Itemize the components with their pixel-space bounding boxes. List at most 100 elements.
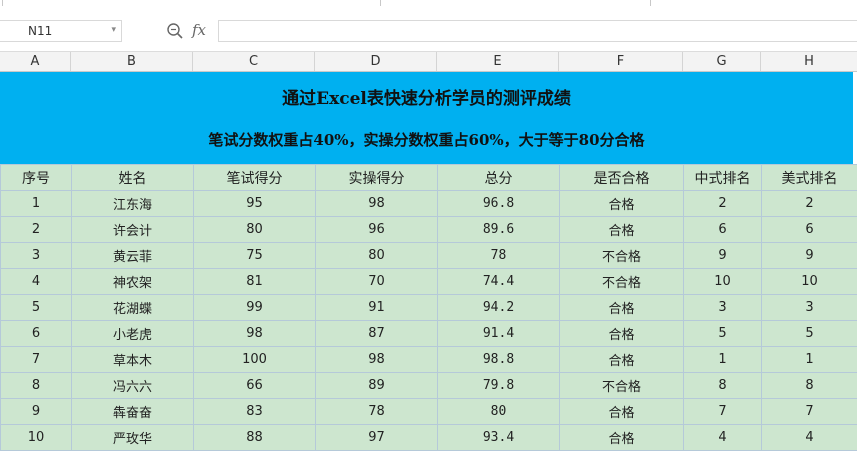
table-cell[interactable]: 冯六六: [71, 372, 194, 399]
formula-input[interactable]: [218, 20, 857, 42]
header-cell[interactable]: 中式排名: [683, 164, 762, 191]
table-cell[interactable]: 3: [0, 242, 72, 269]
column-header-e[interactable]: E: [437, 52, 559, 71]
table-cell[interactable]: 合格: [559, 346, 684, 373]
table-cell[interactable]: 7: [683, 398, 762, 425]
table-cell[interactable]: 81: [193, 268, 316, 295]
table-cell[interactable]: 94.2: [437, 294, 560, 321]
table-cell[interactable]: 9: [0, 398, 72, 425]
table-cell[interactable]: 6: [683, 216, 762, 243]
title-banner[interactable]: 通过Excel表快速分析学员的测评成绩 笔试分数权重占40%，实操分数权重占60…: [0, 72, 853, 164]
column-header-a[interactable]: A: [0, 52, 71, 71]
table-cell[interactable]: 合格: [559, 190, 684, 217]
column-header-d[interactable]: D: [315, 52, 437, 71]
table-cell[interactable]: 合格: [559, 294, 684, 321]
table-cell[interactable]: 99: [193, 294, 316, 321]
table-cell[interactable]: 2: [761, 190, 857, 217]
table-cell[interactable]: 10: [761, 268, 857, 295]
table-cell[interactable]: 80: [315, 242, 438, 269]
column-header-f[interactable]: F: [559, 52, 683, 71]
table-cell[interactable]: 74.4: [437, 268, 560, 295]
table-cell[interactable]: 100: [193, 346, 316, 373]
table-cell[interactable]: 75: [193, 242, 316, 269]
header-cell[interactable]: 美式排名: [761, 164, 857, 191]
table-cell[interactable]: 5: [0, 294, 72, 321]
table-cell[interactable]: 1: [761, 346, 857, 373]
table-cell[interactable]: 2: [0, 216, 72, 243]
table-cell[interactable]: 合格: [559, 398, 684, 425]
header-cell[interactable]: 是否合格: [559, 164, 684, 191]
table-cell[interactable]: 花湖蝶: [71, 294, 194, 321]
table-cell[interactable]: 严玫华: [71, 424, 194, 451]
table-cell[interactable]: 95: [193, 190, 316, 217]
table-cell[interactable]: 草本木: [71, 346, 194, 373]
table-cell[interactable]: 10: [0, 424, 72, 451]
chevron-down-icon[interactable]: ▾: [111, 25, 116, 35]
table-cell[interactable]: 78: [437, 242, 560, 269]
table-cell[interactable]: 2: [683, 190, 762, 217]
table-cell[interactable]: 1: [0, 190, 72, 217]
table-cell[interactable]: 小老虎: [71, 320, 194, 347]
table-cell[interactable]: 6: [0, 320, 72, 347]
table-cell[interactable]: 9: [761, 242, 857, 269]
table-cell[interactable]: 80: [193, 216, 316, 243]
table-cell[interactable]: 6: [761, 216, 857, 243]
column-header-h[interactable]: H: [761, 52, 857, 71]
table-cell[interactable]: 88: [193, 424, 316, 451]
table-cell[interactable]: 98: [193, 320, 316, 347]
table-cell[interactable]: 不合格: [559, 242, 684, 269]
table-cell[interactable]: 96.8: [437, 190, 560, 217]
empty-cell[interactable]: [853, 72, 857, 164]
table-cell[interactable]: 7: [761, 398, 857, 425]
table-cell[interactable]: 神农架: [71, 268, 194, 295]
table-cell[interactable]: 合格: [559, 216, 684, 243]
table-cell[interactable]: 合格: [559, 320, 684, 347]
table-cell[interactable]: 78: [315, 398, 438, 425]
table-cell[interactable]: 1: [683, 346, 762, 373]
table-cell[interactable]: 98: [315, 346, 438, 373]
table-cell[interactable]: 5: [683, 320, 762, 347]
header-cell[interactable]: 实操得分: [315, 164, 438, 191]
table-cell[interactable]: 98: [315, 190, 438, 217]
table-cell[interactable]: 不合格: [559, 268, 684, 295]
table-cell[interactable]: 70: [315, 268, 438, 295]
table-cell[interactable]: 3: [761, 294, 857, 321]
table-cell[interactable]: 许会计: [71, 216, 194, 243]
column-header-b[interactable]: B: [71, 52, 193, 71]
table-cell[interactable]: 91: [315, 294, 438, 321]
table-cell[interactable]: 89.6: [437, 216, 560, 243]
header-cell[interactable]: 笔试得分: [193, 164, 316, 191]
table-cell[interactable]: 8: [761, 372, 857, 399]
table-cell[interactable]: 80: [437, 398, 560, 425]
name-box[interactable]: N11 ▾: [0, 20, 122, 42]
table-cell[interactable]: 83: [193, 398, 316, 425]
table-cell[interactable]: 87: [315, 320, 438, 347]
table-cell[interactable]: 89: [315, 372, 438, 399]
table-cell[interactable]: 98.8: [437, 346, 560, 373]
table-cell[interactable]: 91.4: [437, 320, 560, 347]
table-cell[interactable]: 4: [761, 424, 857, 451]
table-cell[interactable]: 66: [193, 372, 316, 399]
table-cell[interactable]: 5: [761, 320, 857, 347]
table-cell[interactable]: 3: [683, 294, 762, 321]
table-cell[interactable]: 江东海: [71, 190, 194, 217]
fx-icon[interactable]: fx: [192, 21, 206, 39]
table-cell[interactable]: 79.8: [437, 372, 560, 399]
table-cell[interactable]: 4: [683, 424, 762, 451]
table-cell[interactable]: 97: [315, 424, 438, 451]
table-cell[interactable]: 黄云菲: [71, 242, 194, 269]
header-cell[interactable]: 序号: [0, 164, 72, 191]
header-cell[interactable]: 总分: [437, 164, 560, 191]
header-cell[interactable]: 姓名: [71, 164, 194, 191]
table-cell[interactable]: 96: [315, 216, 438, 243]
table-cell[interactable]: 合格: [559, 424, 684, 451]
table-cell[interactable]: 8: [683, 372, 762, 399]
table-cell[interactable]: 10: [683, 268, 762, 295]
column-header-g[interactable]: G: [683, 52, 761, 71]
table-cell[interactable]: 犇奋奋: [71, 398, 194, 425]
table-cell[interactable]: 4: [0, 268, 72, 295]
table-cell[interactable]: 7: [0, 346, 72, 373]
table-cell[interactable]: 93.4: [437, 424, 560, 451]
table-cell[interactable]: 9: [683, 242, 762, 269]
table-cell[interactable]: 8: [0, 372, 72, 399]
